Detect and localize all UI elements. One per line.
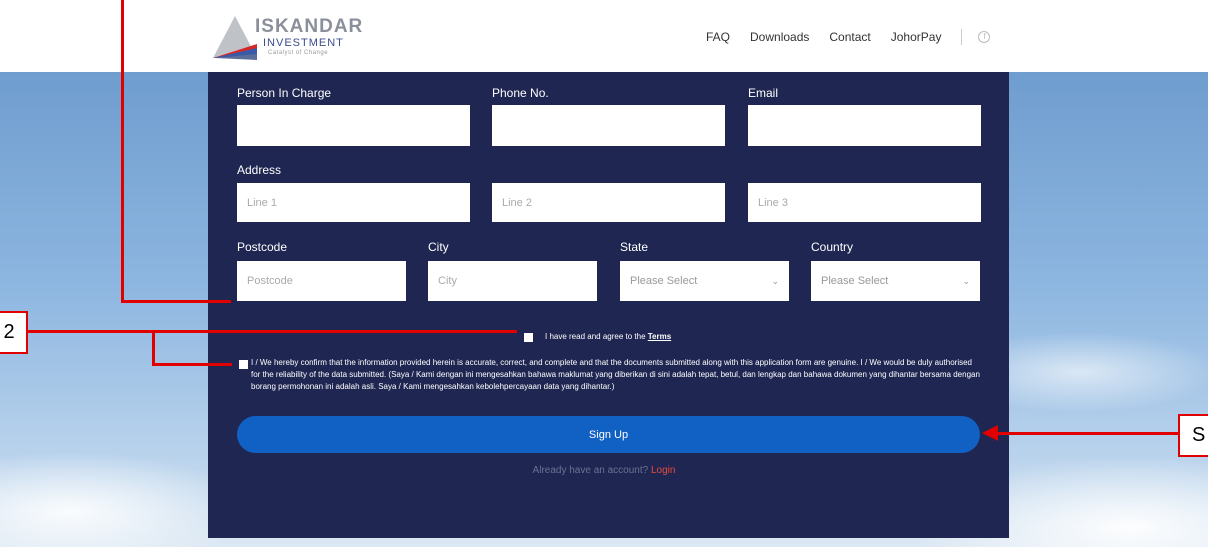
phone-label: Phone No. xyxy=(492,86,549,100)
annotation-callout-right: S xyxy=(1178,414,1208,457)
country-label: Country xyxy=(811,240,854,254)
nav-faq[interactable]: FAQ xyxy=(706,30,730,44)
city-input[interactable] xyxy=(428,261,597,301)
person-label: Person In Charge xyxy=(237,86,332,100)
annotation-line xyxy=(995,432,1178,435)
already-text: Already have an account? xyxy=(532,465,649,476)
nav-separator xyxy=(961,29,963,45)
logo-title: ISKANDAR xyxy=(255,16,364,37)
nav-downloads[interactable]: Downloads xyxy=(750,30,809,44)
annotation-line xyxy=(28,330,517,333)
annotation-line xyxy=(152,332,155,365)
terms-text: I have read and agree to the Terms xyxy=(545,331,671,343)
login-link[interactable]: Login xyxy=(651,465,675,476)
state-label: State xyxy=(620,240,649,254)
email-label: Email xyxy=(748,86,779,100)
annotation-line xyxy=(121,300,231,303)
chevron-down-icon: ⌄ xyxy=(771,275,779,286)
main-nav: FAQ Downloads Contact JohorPay f xyxy=(706,29,991,45)
country-select[interactable]: Please Select ⌄ xyxy=(811,261,980,301)
state-select[interactable]: Please Select ⌄ xyxy=(620,261,789,301)
logo-tagline: Catalyst of Change xyxy=(268,50,329,56)
email-input[interactable] xyxy=(748,105,981,146)
city-label: City xyxy=(428,240,449,254)
terms-link[interactable]: Terms xyxy=(648,332,671,341)
phone-input[interactable] xyxy=(492,105,725,146)
terms-prefix: I have read and agree to the xyxy=(545,332,646,341)
address-line3-input[interactable] xyxy=(748,183,981,222)
arrow-head-icon xyxy=(982,425,998,441)
annotation-line xyxy=(152,363,232,366)
logo-mark-icon xyxy=(213,16,257,60)
terms-checkbox[interactable] xyxy=(524,333,533,342)
nav-contact[interactable]: Contact xyxy=(829,30,870,44)
confirm-text: I / We hereby confirm that the informati… xyxy=(251,358,980,391)
country-select-value: Please Select xyxy=(821,275,889,287)
chevron-down-icon: ⌄ xyxy=(962,275,970,286)
state-select-value: Please Select xyxy=(630,275,698,287)
facebook-icon[interactable]: f xyxy=(978,31,991,43)
postcode-label: Postcode xyxy=(237,240,288,254)
login-prompt: Already have an account? Login xyxy=(0,465,1208,476)
logo-subtitle: INVESTMENT xyxy=(263,37,344,49)
signup-button[interactable]: Sign Up xyxy=(237,416,980,453)
address-line1-input[interactable] xyxy=(237,183,470,222)
nav-johorpay[interactable]: JohorPay xyxy=(891,30,942,44)
top-bar: ISKANDAR INVESTMENT Catalyst of Change F… xyxy=(0,0,1208,72)
confirm-checkbox[interactable] xyxy=(239,360,248,369)
iskandar-logo[interactable]: ISKANDAR INVESTMENT Catalyst of Change xyxy=(211,14,381,62)
annotation-line xyxy=(121,0,124,302)
postcode-input[interactable] xyxy=(237,261,406,301)
address-line2-input[interactable] xyxy=(492,183,725,222)
address-label: Address xyxy=(237,163,282,177)
person-input[interactable] xyxy=(237,105,470,146)
annotation-callout-left: 2 xyxy=(0,311,28,354)
